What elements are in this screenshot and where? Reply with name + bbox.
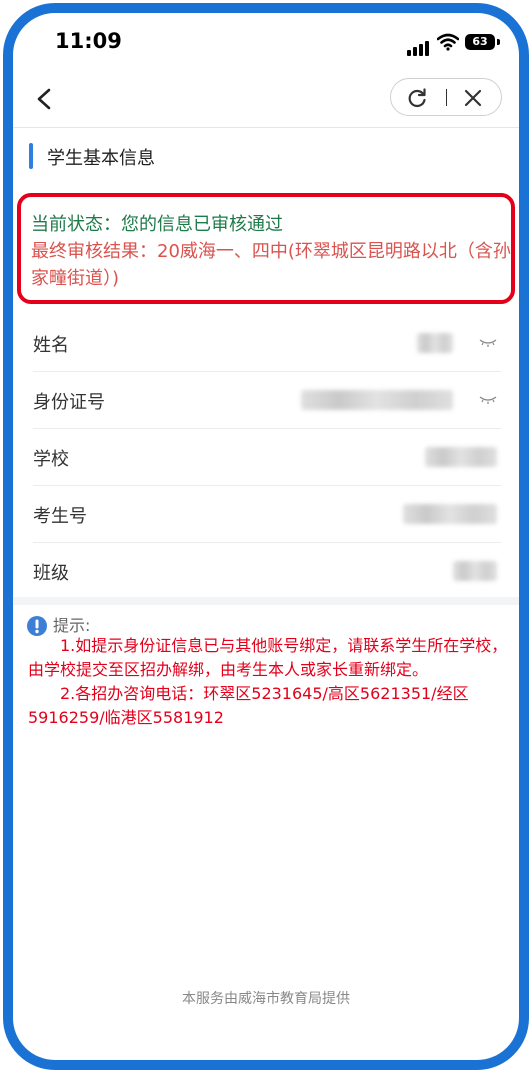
nav-bar xyxy=(13,71,519,128)
info-row-school: 学校 xyxy=(33,429,501,486)
signal-icon xyxy=(407,37,431,56)
eye-closed-icon[interactable] xyxy=(479,394,497,406)
back-button[interactable] xyxy=(25,81,61,117)
info-label: 考生号 xyxy=(33,506,87,527)
info-row-name: 姓名 xyxy=(33,315,501,372)
masked-value xyxy=(417,333,453,353)
current-status: 当前状态：您的信息已审核通过 xyxy=(31,214,283,235)
final-result: 最终审核结果：20威海一、四中(环翠城区昆明路以北（含孙家疃街道）) xyxy=(31,241,511,289)
info-row-exam-number: 考生号 xyxy=(33,486,501,543)
masked-value xyxy=(453,561,497,581)
reload-button[interactable] xyxy=(405,86,429,110)
status-box: 当前状态：您的信息已审核通过 最终审核结果：20威海一、四中(环翠城区昆明路以北… xyxy=(17,193,515,304)
phone-screen: 11:09 63 学生基本信息 当前状态：您的信息已审核通过 最终审核结果：20… xyxy=(0,0,532,1073)
mini-program-capsule xyxy=(390,78,502,116)
clock: 11:09 xyxy=(55,29,122,53)
battery-tip xyxy=(497,39,500,45)
battery-icon: 63 xyxy=(465,34,495,50)
info-label: 学校 xyxy=(33,449,69,470)
section-header: 学生基本信息 xyxy=(13,140,519,174)
tip-text: 1.如提示身份证信息已与其他账号绑定，请联系学生所在学校，由学校提交至区招办解绑… xyxy=(28,634,508,730)
info-label: 身份证号 xyxy=(33,392,105,413)
tip-item: 2.各招办咨询电话：环翠区5231645/高区5621351/经区5916259… xyxy=(28,684,469,727)
section-accent-bar xyxy=(29,143,33,169)
info-label: 班级 xyxy=(33,563,69,584)
footer-text: 本服务由威海市教育局提供 xyxy=(182,991,350,1007)
tip-label: 提示: xyxy=(53,616,91,635)
eye-closed-icon[interactable] xyxy=(479,337,497,349)
capsule-divider xyxy=(446,89,447,106)
close-button[interactable] xyxy=(461,86,485,110)
masked-value xyxy=(301,390,453,410)
info-label: 姓名 xyxy=(33,335,69,356)
masked-value xyxy=(403,504,497,524)
info-list: 姓名 身份证号 学校 考生号 班级 xyxy=(13,315,519,599)
tip-item: 1.如提示身份证信息已与其他账号绑定，请联系学生所在学校，由学校提交至区招办解绑… xyxy=(28,636,508,679)
divider-band xyxy=(13,597,519,605)
wifi-icon xyxy=(437,33,459,51)
section-title: 学生基本信息 xyxy=(47,148,155,169)
info-row-id-number: 身份证号 xyxy=(33,372,501,429)
info-row-class: 班级 xyxy=(33,543,501,599)
status-bar: 11:09 63 xyxy=(13,13,519,71)
masked-value xyxy=(425,447,497,467)
